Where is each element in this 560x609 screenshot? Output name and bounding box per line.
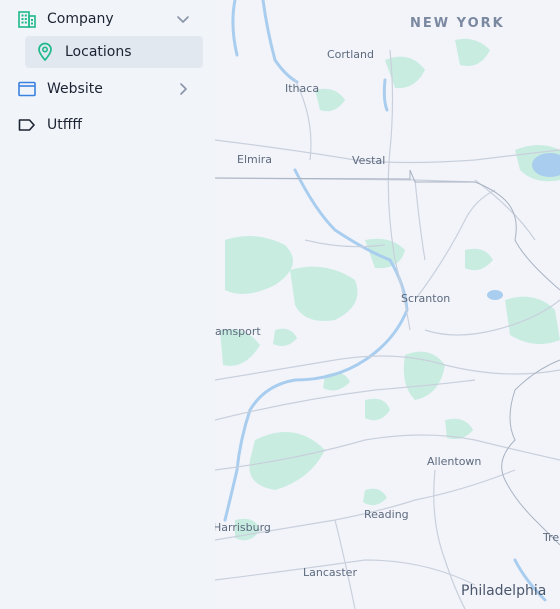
map-label-city: Ithaca [285, 82, 320, 95]
sidebar-item-company[interactable]: Company [0, 3, 215, 35]
map-label-city: Harrisburg [215, 521, 271, 534]
sidebar: Company Locations Website Utffff [0, 0, 215, 609]
sidebar-item-utffff[interactable]: Utffff [0, 109, 215, 141]
map-label-city: Allentown [427, 455, 482, 468]
map-label-city: Vestal [352, 154, 386, 167]
chevron-down-icon[interactable] [175, 11, 191, 27]
lakes [487, 153, 560, 300]
map-label-city: Philadelphia [461, 583, 547, 599]
map-label-state: NEW YORK [410, 16, 505, 31]
window-icon [17, 79, 37, 99]
map-label-city: amsport [215, 325, 261, 338]
sidebar-item-locations[interactable]: Locations [25, 36, 203, 68]
map-view[interactable]: NEW YORK Cortland Ithaca Elmira Vestal S… [215, 0, 560, 609]
map-pin-icon [35, 42, 55, 62]
map-label-city: Reading [364, 508, 409, 521]
tag-icon [17, 115, 37, 135]
map-label-city: Elmira [237, 153, 273, 166]
sidebar-item-label: Website [47, 81, 103, 97]
map-label-city: Tre [543, 531, 560, 544]
forest-areas [220, 38, 560, 541]
sidebar-item-label: Locations [65, 44, 132, 60]
map-label-city: Cortland [327, 48, 374, 61]
state-borders [215, 169, 560, 546]
sidebar-item-label: Utffff [47, 117, 83, 133]
sidebar-item-label: Company [47, 11, 114, 27]
map-label-city: Scranton [401, 292, 451, 305]
map-label-city: Lancaster [303, 566, 357, 579]
building-icon [17, 9, 37, 29]
chevron-right-icon[interactable] [175, 81, 191, 97]
app-window: Company Locations Website Utffff NEW YOR… [0, 0, 560, 609]
sidebar-item-website[interactable]: Website [0, 73, 215, 105]
